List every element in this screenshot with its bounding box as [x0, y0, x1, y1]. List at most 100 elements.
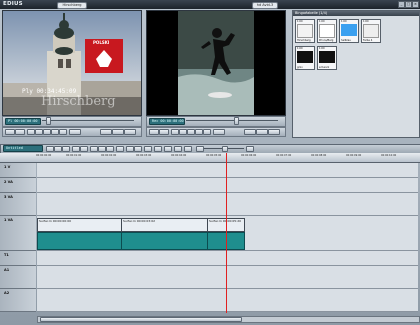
- player-insert-button[interactable]: [100, 129, 112, 135]
- ruler-tick: 00:00:01:00: [66, 154, 82, 157]
- player-play-button[interactable]: [43, 129, 51, 135]
- cut-icon[interactable]: [90, 146, 98, 152]
- add-marker-icon[interactable]: [134, 146, 142, 152]
- sequence-tab[interactable]: Untitled: [3, 145, 43, 152]
- bin-item-thumbnail: [319, 24, 335, 38]
- player-step-forward-button[interactable]: [51, 129, 59, 135]
- maximize-icon[interactable]: □: [405, 1, 412, 8]
- project-name-button[interactable]: Hirschberg: [57, 2, 87, 9]
- ruler-tick: 00:00:07:00: [276, 154, 292, 157]
- recorder-loop-button[interactable]: [213, 129, 225, 135]
- sync-lock-icon[interactable]: [154, 146, 162, 152]
- new-sequence-icon[interactable]: [46, 146, 54, 152]
- snap-icon[interactable]: [144, 146, 152, 152]
- zoom-out-icon[interactable]: [196, 146, 204, 152]
- audio-clip[interactable]: [37, 232, 122, 250]
- ruler-tick: 00:00:10:00: [381, 154, 397, 157]
- recorder-export-button[interactable]: [256, 129, 268, 135]
- zoom-slider-handle[interactable]: [222, 146, 228, 152]
- bin-item[interactable]: 1:00 Farbe 4: [361, 19, 381, 43]
- recorder-render-button[interactable]: [244, 129, 256, 135]
- player-overwrite-button[interactable]: [112, 129, 124, 135]
- player-step-back-button[interactable]: [35, 129, 43, 135]
- ruler-tick: 00:00:05:00: [206, 154, 222, 157]
- player-monitor[interactable]: POLSKI Ply 00:34:45:09 Hirschberg: [2, 10, 142, 116]
- close-icon[interactable]: ×: [412, 1, 419, 8]
- player-fast-forward-button[interactable]: [59, 129, 67, 135]
- track-label: 1 V: [4, 165, 11, 169]
- player-set-in-button[interactable]: [5, 129, 15, 135]
- ruler-tick: 00:00:02:00: [101, 154, 117, 157]
- ruler-tick: 00:00:09:00: [346, 154, 362, 157]
- track-lane[interactable]: [37, 289, 418, 312]
- bin-item-name: grün: [297, 66, 303, 69]
- recorder-scrub-handle[interactable]: [234, 117, 239, 125]
- player-loop-button[interactable]: [69, 129, 81, 135]
- export-icon[interactable]: [184, 146, 192, 152]
- save-icon[interactable]: [62, 146, 70, 152]
- clip-label: Surfer.m 00:00:03:02: [123, 219, 156, 223]
- recorder-rewind-button[interactable]: [171, 129, 179, 135]
- recorder-settings-button[interactable]: [268, 129, 280, 135]
- track-label: T1: [4, 253, 9, 257]
- recorder-set-out-button[interactable]: [159, 129, 169, 135]
- bin-item-duration: 1:00: [297, 20, 303, 23]
- player-scrub-bar[interactable]: [42, 120, 134, 121]
- recorder-monitor[interactable]: [146, 10, 286, 116]
- track-lane[interactable]: [37, 163, 418, 178]
- render-icon[interactable]: [174, 146, 182, 152]
- copy-icon[interactable]: [98, 146, 106, 152]
- minimize-icon[interactable]: _: [398, 1, 405, 8]
- bin-item-thumbnail: [297, 24, 313, 38]
- video-clip[interactable]: Surfer.m 00:00:03:02: [121, 218, 208, 232]
- recorder-fast-forward-button[interactable]: [203, 129, 211, 135]
- bin-item-duration: 1:00: [319, 47, 325, 50]
- paste-icon[interactable]: [106, 146, 114, 152]
- player-timecode-field[interactable]: Pl 00:00:00:00: [5, 118, 41, 125]
- track-lane[interactable]: [37, 193, 418, 216]
- open-icon[interactable]: [54, 146, 62, 152]
- recorder-timecode-field[interactable]: Rec 00:00:00:00: [149, 118, 185, 125]
- bin-item[interactable]: 1:00 grün: [295, 46, 315, 70]
- recorder-play-button[interactable]: [187, 129, 195, 135]
- recorder-step-back-button[interactable]: [179, 129, 187, 135]
- bin-item-thumbnail: [341, 24, 357, 36]
- player-add-bin-button[interactable]: [124, 129, 136, 135]
- surfer-image: [178, 11, 254, 115]
- bin-item-name: schwarz: [319, 66, 330, 69]
- overlay-city-title: Hirschberg: [41, 94, 116, 109]
- audio-clip[interactable]: [121, 232, 208, 250]
- clip-label: Surfer.m 00:00:00:00: [39, 219, 72, 223]
- redo-icon[interactable]: [80, 146, 88, 152]
- video-clip[interactable]: Surfer.m 00:00:00:00: [37, 218, 122, 232]
- player-scrub-handle[interactable]: [46, 117, 51, 125]
- delete-icon[interactable]: [116, 146, 124, 152]
- recorder-set-in-button[interactable]: [149, 129, 159, 135]
- recorder-step-forward-button[interactable]: [195, 129, 203, 135]
- ripple-icon[interactable]: [126, 146, 134, 152]
- track-lane[interactable]: [37, 178, 418, 193]
- track-label: 1 VA: [4, 218, 13, 222]
- zoom-in-icon[interactable]: [246, 146, 254, 152]
- audio-mixer-icon[interactable]: [164, 146, 172, 152]
- bin-item[interactable]: 1:00 Prince/Berg: [317, 19, 337, 43]
- timeline-scrollbar-thumb[interactable]: [40, 317, 242, 322]
- bin-item[interactable]: 1:00 Hirschberg: [295, 19, 315, 43]
- track-lane[interactable]: [37, 266, 418, 289]
- recorder-scrub-bar[interactable]: [186, 120, 278, 121]
- bin-title: Bingoéabelle (1/4): [293, 11, 419, 16]
- bin-item-thumbnail: [363, 24, 379, 38]
- bin-item[interactable]: 1:00 hellblau: [339, 19, 359, 43]
- undo-icon[interactable]: [72, 146, 80, 152]
- timeline-cursor[interactable]: [226, 153, 227, 313]
- ruler-tick: 00:00:04:00: [171, 154, 187, 157]
- bin-item-name: Hirschberg: [297, 39, 311, 42]
- ruler-tick: 00:00:00:00: [36, 154, 52, 157]
- overlay-badge: POLSKI: [93, 40, 110, 45]
- player-rewind-button[interactable]: [27, 129, 35, 135]
- player-set-out-button[interactable]: [15, 129, 25, 135]
- track-label: 3 VA: [4, 195, 13, 199]
- preset-button[interactable]: hd Avid-3: [252, 2, 278, 9]
- bin-item[interactable]: 1:00 schwarz: [317, 46, 337, 70]
- track-lane[interactable]: [37, 251, 418, 266]
